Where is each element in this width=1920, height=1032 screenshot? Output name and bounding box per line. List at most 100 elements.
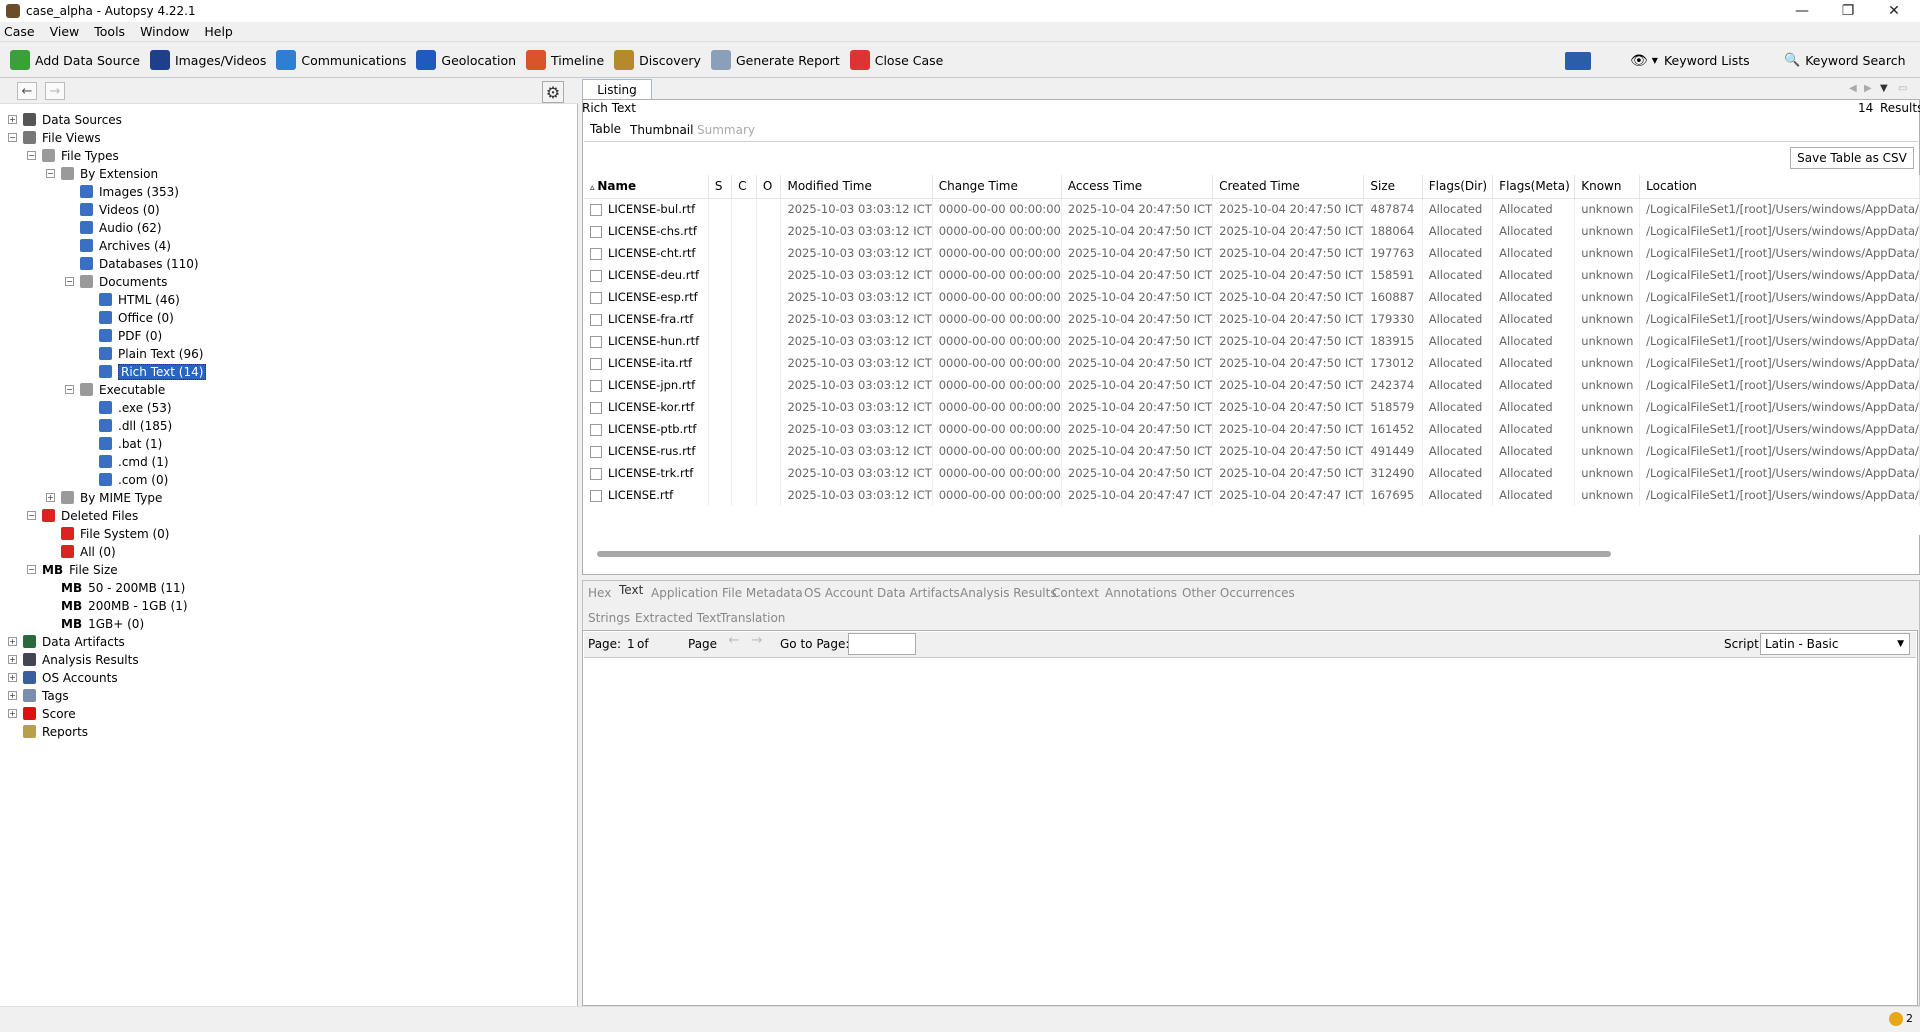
- menu-help[interactable]: Help: [204, 24, 233, 39]
- tab-hex[interactable]: Hex: [588, 586, 611, 600]
- column-header-size[interactable]: Size: [1363, 175, 1423, 199]
- tree-node-bat[interactable]: .bat (1): [84, 435, 162, 452]
- tree-node-deleted-all[interactable]: All (0): [46, 543, 116, 560]
- close-window-button[interactable]: ✕: [1871, 0, 1917, 22]
- prev-page-button[interactable]: ←: [724, 633, 744, 653]
- tree-node-analysis-results[interactable]: + Analysis Results: [8, 651, 139, 668]
- tab-scroll-left-icon[interactable]: ◀: [1849, 83, 1857, 94]
- column-header-name[interactable]: ▵ Name: [584, 175, 709, 199]
- tab-application[interactable]: Application: [651, 586, 718, 600]
- column-header-access-time[interactable]: Access Time: [1061, 175, 1214, 199]
- tree-node-deleted-file-system[interactable]: File System (0): [46, 525, 169, 542]
- menu-view[interactable]: View: [50, 24, 80, 39]
- subtab-extracted-text[interactable]: Extracted Text: [635, 611, 721, 625]
- tree-node-executable[interactable]: − Executable: [65, 381, 165, 398]
- tab-context[interactable]: Context: [1052, 586, 1099, 600]
- collapse-icon[interactable]: −: [65, 277, 74, 286]
- tree-node-pdf[interactable]: PDF (0): [84, 327, 162, 344]
- subtab-table[interactable]: Table: [590, 122, 621, 136]
- tab-other-occurrences[interactable]: Other Occurrences: [1182, 586, 1295, 600]
- column-header-modified-time[interactable]: Modified Time: [780, 175, 933, 199]
- table-row[interactable]: LICENSE-deu.rtf 2025-10-03 03:03:12 ICT 00…: [584, 264, 1920, 286]
- table-row[interactable]: LICENSE-trk.rtf 2025-10-03 03:03:12 ICT 00…: [584, 462, 1920, 484]
- column-header-c[interactable]: C: [731, 175, 757, 199]
- forward-button[interactable]: →: [45, 82, 65, 100]
- tab-listing[interactable]: Listing: [582, 79, 652, 99]
- tree-node-plain-text[interactable]: Plain Text (96): [84, 345, 203, 362]
- tree-node-data-sources[interactable]: + Data Sources: [8, 111, 122, 128]
- tree-node-com[interactable]: .com (0): [84, 471, 168, 488]
- subtab-translation[interactable]: Translation: [720, 611, 785, 625]
- expand-icon[interactable]: +: [8, 691, 17, 700]
- notification-icon[interactable]: [1889, 1012, 1903, 1026]
- tree-node-data-artifacts[interactable]: + Data Artifacts: [8, 633, 125, 650]
- column-header-s[interactable]: S: [708, 175, 733, 199]
- collapse-icon[interactable]: −: [8, 133, 17, 142]
- tree-node-cmd[interactable]: .cmd (1): [84, 453, 169, 470]
- script-select[interactable]: Latin - Basic ▼: [1760, 633, 1910, 655]
- keyword-lists-button[interactable]: 👁 ▼ Keyword Lists: [1630, 43, 1750, 78]
- collapse-icon[interactable]: −: [46, 169, 55, 178]
- tree-node-deleted-files[interactable]: − Deleted Files: [27, 507, 138, 524]
- save-table-csv-button[interactable]: Save Table as CSV: [1790, 147, 1914, 169]
- tab-file-metadata[interactable]: File Metadata: [722, 586, 803, 600]
- tree-node-office[interactable]: Office (0): [84, 309, 174, 326]
- tree-node-documents[interactable]: − Documents: [65, 273, 167, 290]
- tree-settings-button[interactable]: ⚙: [542, 81, 564, 103]
- collapse-icon[interactable]: −: [65, 385, 74, 394]
- tab-scroll-right-icon[interactable]: ▶: [1864, 83, 1872, 94]
- table-row[interactable]: LICENSE-esp.rtf 2025-10-03 03:03:12 ICT 00…: [584, 286, 1920, 308]
- tree-node-reports[interactable]: Reports: [8, 723, 88, 740]
- tree-node-tags[interactable]: + Tags: [8, 687, 69, 704]
- tree-node-size-50-200[interactable]: MB 50 - 200MB (11): [46, 579, 185, 596]
- minimize-button[interactable]: —: [1779, 0, 1825, 22]
- tree-node-archives[interactable]: Archives (4): [65, 237, 171, 254]
- subtab-strings[interactable]: Strings: [588, 611, 630, 625]
- images-videos-button[interactable]: Images/Videos: [149, 50, 266, 70]
- column-header-flags-meta[interactable]: Flags(Meta): [1492, 175, 1576, 199]
- goto-page-input[interactable]: [848, 633, 916, 655]
- menu-tools[interactable]: Tools: [94, 24, 125, 39]
- tree-node-rich-text[interactable]: Rich Text (14): [84, 363, 207, 380]
- keyword-search-button[interactable]: 🔍 Keyword Search: [1784, 43, 1906, 78]
- tree-node-os-accounts[interactable]: + OS Accounts: [8, 669, 118, 686]
- collapse-icon[interactable]: −: [27, 511, 36, 520]
- collapse-icon[interactable]: −: [27, 151, 36, 160]
- tree-node-dll[interactable]: .dll (185): [84, 417, 172, 434]
- table-row[interactable]: LICENSE-jpn.rtf 2025-10-03 03:03:12 ICT 00…: [584, 374, 1920, 396]
- expand-icon[interactable]: +: [8, 655, 17, 664]
- close-case-button[interactable]: Close Case: [849, 50, 943, 70]
- tab-analysis-results[interactable]: Analysis Results: [960, 586, 1057, 600]
- tree-node-audio[interactable]: Audio (62): [65, 219, 162, 236]
- add-data-source-button[interactable]: Add Data Source: [10, 50, 140, 70]
- discovery-button[interactable]: Discovery: [614, 50, 701, 70]
- tab-annotations[interactable]: Annotations: [1105, 586, 1177, 600]
- tree-node-score[interactable]: + Score: [8, 705, 76, 722]
- tree-node-size-1gb[interactable]: MB 1GB+ (0): [46, 615, 144, 632]
- expand-icon[interactable]: +: [8, 115, 17, 124]
- next-page-button[interactable]: →: [747, 633, 767, 653]
- collapse-icon[interactable]: −: [27, 565, 36, 574]
- expand-icon[interactable]: +: [8, 637, 17, 646]
- horizontal-scroll-thumb[interactable]: [597, 551, 1611, 557]
- tab-text[interactable]: Text: [619, 583, 643, 597]
- tree-node-by-extension[interactable]: − By Extension: [46, 165, 158, 182]
- column-header-o[interactable]: O: [756, 175, 782, 199]
- tree-node-databases[interactable]: Databases (110): [65, 255, 199, 272]
- table-row[interactable]: LICENSE-rus.rtf 2025-10-03 03:03:12 ICT 00…: [584, 440, 1920, 462]
- email-alert-button[interactable]: [1565, 43, 1591, 78]
- table-row[interactable]: LICENSE.rtf 2025-10-03 03:03:12 ICT 0000-0…: [584, 484, 1920, 506]
- back-button[interactable]: ←: [17, 82, 37, 100]
- table-row[interactable]: LICENSE-hun.rtf 2025-10-03 03:03:12 ICT 00…: [584, 330, 1920, 352]
- timeline-button[interactable]: Timeline: [526, 50, 604, 70]
- menu-window[interactable]: Window: [140, 24, 189, 39]
- subtab-summary[interactable]: Summary: [697, 123, 755, 137]
- menu-case[interactable]: Case: [4, 24, 35, 39]
- tree-node-file-types[interactable]: − File Types: [27, 147, 119, 164]
- communications-button[interactable]: Communications: [276, 50, 406, 70]
- tree-node-size-200-1gb[interactable]: MB 200MB - 1GB (1): [46, 597, 188, 614]
- tree-node-videos[interactable]: Videos (0): [65, 201, 160, 218]
- tab-list-dropdown-icon[interactable]: ▼: [1880, 83, 1888, 94]
- subtab-thumbnail[interactable]: Thumbnail: [630, 123, 693, 137]
- column-header-location[interactable]: Location: [1639, 175, 1920, 199]
